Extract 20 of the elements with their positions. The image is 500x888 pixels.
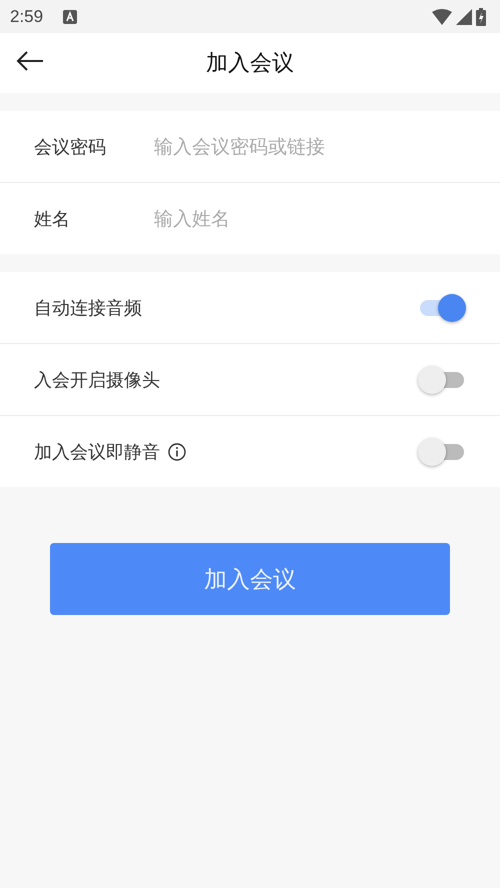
field-label: 姓名 (34, 208, 71, 230)
notification-icon (63, 10, 78, 24)
status-time: 2:59 (10, 6, 44, 26)
page-title: 加入会议 (206, 50, 294, 78)
option-label: 入会开启摄像头 (34, 368, 160, 392)
toggle-switch[interactable] (418, 294, 466, 322)
option-label: 自动连接音频 (34, 296, 142, 320)
info-icon[interactable] (168, 442, 186, 460)
wifi-icon (432, 8, 452, 24)
option-label: 加入会议即静音 (34, 440, 160, 464)
toggle-switch[interactable] (418, 366, 466, 394)
back-arrow-icon (16, 51, 44, 71)
back-button[interactable] (14, 49, 46, 73)
signal-icon (456, 8, 472, 24)
input-field[interactable]: 输入会议密码或链接 (154, 136, 466, 158)
toggle-switch[interactable] (418, 438, 466, 466)
join-button[interactable]: 加入会议 (50, 543, 450, 615)
battery-icon (476, 8, 486, 26)
input-field[interactable]: 输入姓名 (154, 208, 466, 230)
field-label: 会议密码 (34, 136, 107, 158)
